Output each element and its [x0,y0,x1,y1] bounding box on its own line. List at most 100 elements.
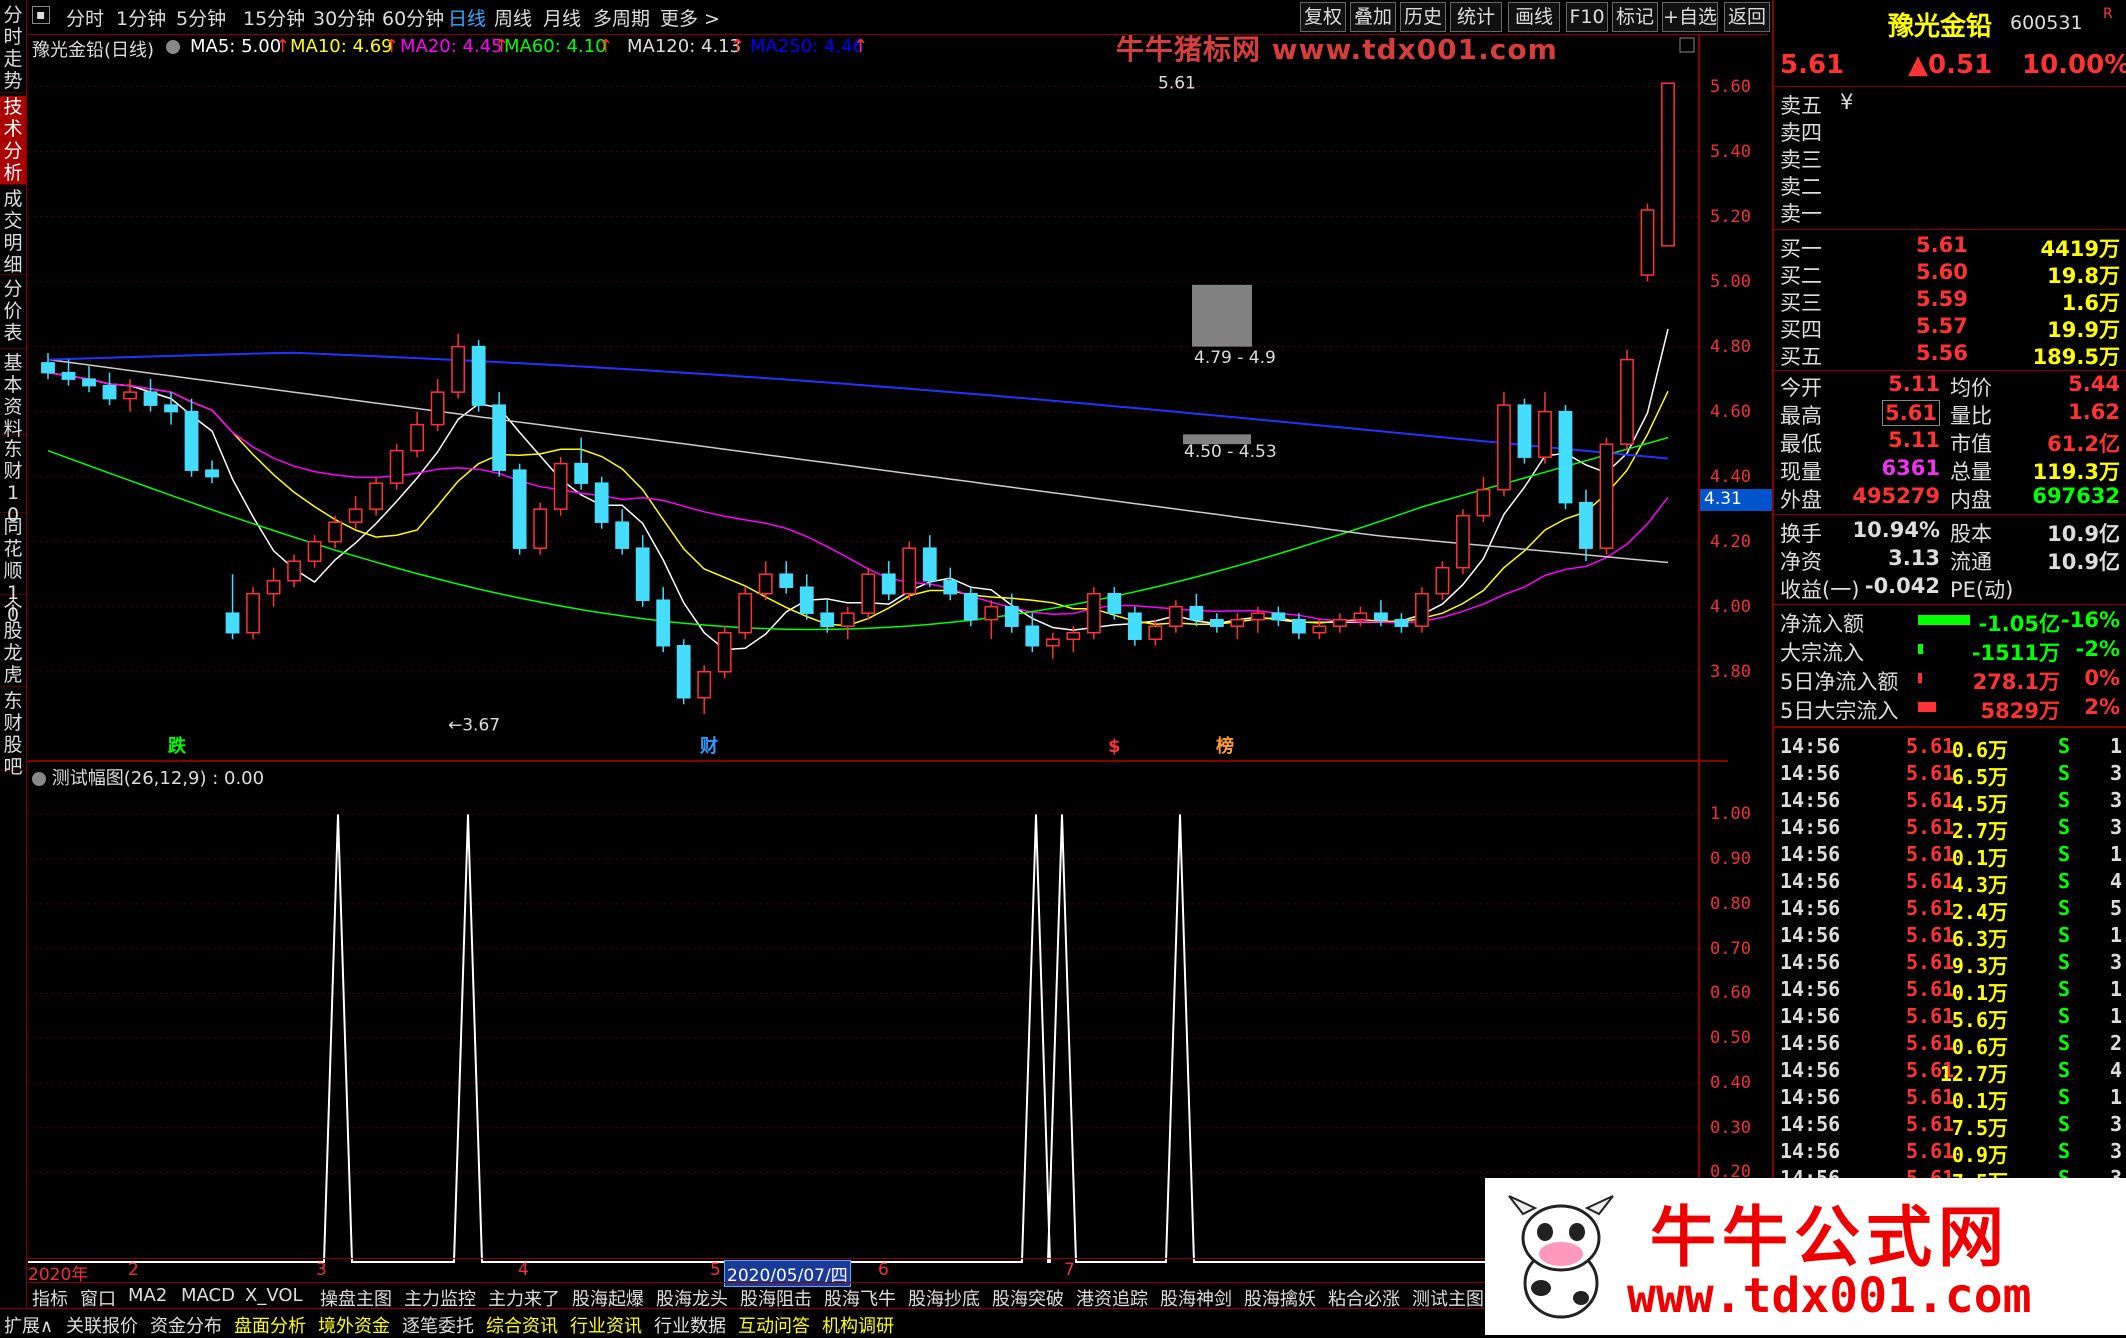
left-tab-4[interactable]: 基本资料 [0,352,26,440]
menu-toggle-icon[interactable]: ▪ [32,6,50,24]
period-tab-7[interactable]: 周线 [494,4,532,31]
tick-time: 14:56 [1780,1058,1841,1082]
tool-button-8[interactable]: 返回 [1724,2,1770,32]
price-line: 5.61 ▲0.51 10.00% [1778,50,2126,84]
extension-tab-8[interactable]: 行业数据 [654,1312,726,1338]
ask-row-0[interactable]: 卖五 ¥ [1778,90,2124,118]
candle [1291,613,1306,640]
left-tab-0[interactable]: 分时走势 [0,4,26,93]
left-tab-8[interactable]: 东财股吧 [0,690,26,778]
main-kline-chart[interactable]: 豫光金铅(日线) MA5: 5.00 ↑ MA10: 4.69 ↑ MA20: 4.45… [28,33,1728,762]
extension-tab-4[interactable]: 境外资金 [318,1312,390,1338]
period-tab-3[interactable]: 15分钟 [243,4,305,31]
quote-panel: 豫光金铅 600531 R 5.61 ▲0.51 10.00% 卖五 ¥ 卖四 卖三卖… [1772,0,2126,1308]
tick-count: 3 [2109,950,2122,974]
bid-price: 5.59 [1916,287,1968,311]
tick-volume: 7.5万 [1951,1116,2008,1140]
tool-button-7[interactable]: +自选 [1662,2,1718,32]
tool-button-5[interactable]: F10 [1566,2,1608,32]
bid-label: 买一 [1780,237,1822,261]
bid-row-2[interactable]: 买三 5.59 1.6万 [1778,287,2124,315]
tick-count: 3 [2109,815,2122,839]
extension-tab-7[interactable]: 行业资讯 [570,1312,642,1338]
cow-mascot-icon [1508,1195,1614,1319]
tick-time: 14:56 [1780,788,1841,812]
bid-row-0[interactable]: 买一 5.61 4419万 [1778,233,2124,261]
tool-button-6[interactable]: 标记 [1612,2,1658,32]
candle [1538,392,1552,464]
indicator-tab-2[interactable]: MA2 [128,1285,167,1306]
candle [1086,587,1101,640]
sub-indicator-chart[interactable]: 测试幅图(26,12,9) : 0.00 [28,762,1698,1280]
period-tab-6[interactable]: 日线 [448,4,486,31]
date-tick-6: 6 [878,1260,889,1280]
period-tab-5[interactable]: 60分钟 [382,4,444,31]
indicator-tab-bar: 指标 窗口 MA2 MACD X_VOL 操盘主图 主力监控 主力来了 股海起爆 股海龙头 股海阻击… [28,1282,1528,1310]
extension-tab-0[interactable]: 扩展∧ [4,1312,53,1338]
tick-side: S [2058,1058,2071,1082]
candle [369,476,384,516]
period-tab-10[interactable]: 更多 > [660,4,720,31]
tick-side: S [2058,869,2071,893]
tick-price: 5.61 [1906,923,1955,947]
left-tab-6[interactable]: 同花顺10 [0,516,26,626]
bid-volume: 189.5万 [2032,345,2120,369]
ask-row-4[interactable]: 卖一 [1778,198,2124,226]
period-tab-1[interactable]: 1分钟 [116,4,166,31]
ask-row-2[interactable]: 卖三 [1778,144,2124,172]
bid-label: 买五 [1780,345,1822,369]
candle [328,515,342,549]
indicator-tab-4[interactable]: X_VOL [245,1285,303,1306]
extension-tab-1[interactable]: 关联报价 [66,1312,138,1338]
period-tab-8[interactable]: 月线 [543,4,581,31]
tick-side: S [2058,1004,2071,1028]
fund-label: 股本 [1950,522,1992,546]
bid-row-3[interactable]: 买四 5.57 19.9万 [1778,314,2124,342]
period-tab-0[interactable]: 分时 [66,4,104,31]
left-tab-label: 分时走势 [3,4,23,92]
extension-tab-6[interactable]: 综合资讯 [486,1312,558,1338]
extension-tab-3[interactable]: 盘面分析 [234,1312,306,1338]
tick-time: 14:56 [1780,815,1841,839]
left-tab-1[interactable]: 技术分析 [0,96,26,185]
extension-tab-10[interactable]: 机构调研 [822,1312,894,1338]
tick-row: 14:56 5.61 4.3万 S 4 [1778,869,2124,897]
fund-label: 流通 [1950,550,1992,574]
tick-side: S [2058,734,2071,758]
bid-label: 买二 [1780,264,1822,288]
extension-tab-9[interactable]: 互动问答 [738,1312,810,1338]
candle [861,567,876,620]
bid-row-4[interactable]: 买五 5.56 189.5万 [1778,341,2124,369]
flow-label: 5日大宗流入 [1780,699,1899,723]
tick-volume: 0.9万 [1951,1143,2008,1167]
candle [471,340,486,412]
period-tab-9[interactable]: 多周期 [593,4,650,31]
stat-row-0: 今开 5.11 均价 5.44 [1778,372,2124,400]
ask-row-3[interactable]: 卖二 [1778,171,2124,199]
stat-value: 119.3万 [2032,460,2120,484]
fund-label: 净资 [1780,550,1822,574]
bid-row-1[interactable]: 买二 5.60 19.8万 [1778,260,2124,288]
left-tab-7[interactable]: 个股龙虎 [0,598,26,687]
fund-row-0: 换手 10.94% 股本 10.9亿 [1778,518,2124,546]
tick-volume: 9.3万 [1951,954,2008,978]
event-marker-0: 跌 [168,735,187,757]
extension-tab-2[interactable]: 资金分布 [150,1312,222,1338]
candle [533,502,548,555]
candle [1435,561,1450,601]
tick-price: 5.61 [1906,1004,1955,1028]
left-tab-2[interactable]: 成交明细 [0,188,26,276]
ask-row-1[interactable]: 卖四 [1778,117,2124,145]
indicator-tab-3[interactable]: MACD [181,1285,235,1306]
left-tab-3[interactable]: 分价表 [0,278,26,349]
period-tab-4[interactable]: 30分钟 [313,4,375,31]
low-label: ←3.67 [448,715,500,735]
left-tab-label: 成交明细 [3,188,23,276]
extension-tab-5[interactable]: 逐笔委托 [402,1312,474,1338]
candle [963,587,978,627]
period-tab-2[interactable]: 5分钟 [176,4,226,31]
flow-row-1: 大宗流入 -1511万 -2% [1778,637,2124,665]
left-tab-5[interactable]: 东财10 [0,438,26,526]
candle [205,460,219,484]
stock-name: 豫光金铅 [1888,12,1993,42]
